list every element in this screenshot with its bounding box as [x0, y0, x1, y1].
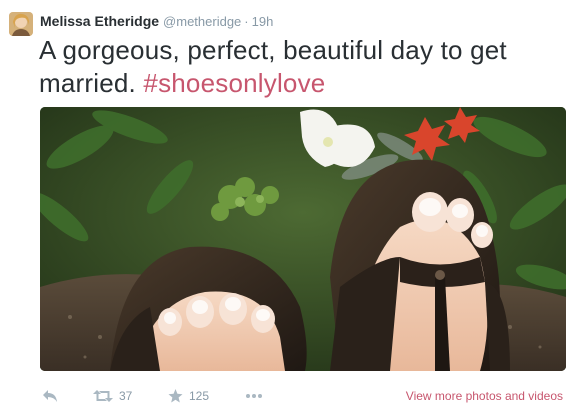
- retweet-icon: [93, 390, 113, 402]
- hashtag-link[interactable]: #shoesonlylove: [143, 68, 325, 98]
- favorite-button[interactable]: 125: [168, 384, 209, 408]
- retweet-count: 37: [119, 389, 133, 403]
- retweet-button[interactable]: 37: [93, 384, 132, 408]
- tweet-text: A gorgeous, perfect, beautiful day to ge…: [39, 34, 559, 100]
- favorite-count: 125: [189, 389, 210, 403]
- view-more-photos-link[interactable]: View more photos and videos: [406, 384, 563, 408]
- more-button[interactable]: [245, 384, 263, 408]
- sandals-photo: [40, 107, 566, 371]
- tweet-photo[interactable]: [40, 107, 566, 371]
- tweet-header: Melissa Etheridge @metheridge · 19h: [40, 13, 273, 30]
- avatar-image: [9, 12, 33, 36]
- user-handle[interactable]: @metheridge: [163, 14, 241, 29]
- tweet-card[interactable]: Melissa Etheridge @metheridge · 19h A gorge…: [0, 0, 575, 415]
- reply-icon: [43, 390, 57, 402]
- header-separator: ·: [244, 14, 249, 29]
- avatar[interactable]: [9, 12, 33, 36]
- more-dots-icon: [246, 394, 262, 398]
- reply-button[interactable]: [42, 384, 58, 408]
- display-name[interactable]: Melissa Etheridge: [40, 13, 159, 29]
- timestamp[interactable]: 19h: [252, 14, 274, 29]
- star-icon: [168, 389, 183, 403]
